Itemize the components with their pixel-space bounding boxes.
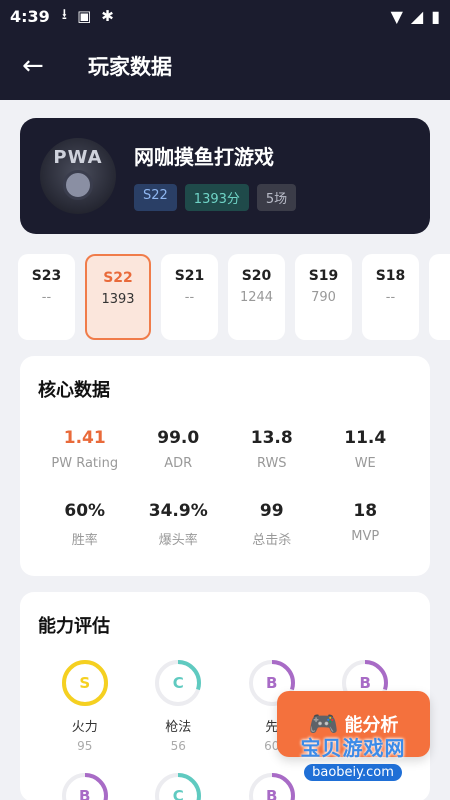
stat-label: PW Rating (51, 456, 119, 471)
stat-value: 1.41 (63, 428, 106, 448)
season-score: 1393 (101, 292, 135, 307)
season-score: -- (184, 290, 195, 305)
watermark-text: 宝贝游戏网 (300, 736, 406, 760)
ability-grade: B (79, 787, 91, 800)
stat-value: 99.0 (157, 428, 200, 448)
season-selector: S23 -- S22 1393 S21 -- S20 1244 S19 790 … (18, 254, 450, 340)
season-name: S20 (241, 268, 272, 284)
avatar-logo-text: PWA (53, 146, 103, 168)
ability-ring: S (60, 658, 110, 708)
gas-mask-icon (63, 169, 93, 200)
ability-item: C (132, 771, 226, 800)
score-badge: 1393分 (184, 184, 249, 211)
stat-label: RWS (256, 456, 287, 471)
ability-item: B (38, 771, 132, 800)
stat-value: 99 (259, 501, 284, 521)
badges: S22 1393分 5场 (134, 184, 297, 211)
ability-label: 枪法 (165, 720, 192, 735)
season-score: -- (41, 290, 52, 305)
season-tab-s22[interactable]: S22 1393 (85, 254, 151, 340)
bug-icon: ✱ (101, 7, 114, 25)
ability-grade: C (172, 787, 184, 800)
stat-pw-rating: 1.41 PW Rating (38, 428, 132, 471)
ability-grade: C (172, 674, 184, 692)
ability-item: C 枪法 56 (132, 658, 226, 753)
back-arrow-icon[interactable]: ← (22, 51, 62, 81)
stat-win-rate: 60% 胜率 (38, 501, 132, 548)
season-tab-s19[interactable]: S19 790 (295, 254, 352, 340)
core-data-card: 核心数据 1.41 PW Rating 99.0 ADR 13.8 RWS 11… (20, 356, 430, 576)
stat-label: 胜率 (71, 533, 98, 548)
season-name: S21 (174, 268, 205, 284)
season-score: -- (385, 290, 396, 305)
season-tab-s23[interactable]: S23 -- (18, 254, 75, 340)
season-score: 790 (311, 290, 336, 305)
stat-rws: 13.8 RWS (225, 428, 319, 471)
ability-item: S 火力 95 (38, 658, 132, 753)
ability-title: 能力评估 (38, 616, 110, 637)
stat-adr: 99.0 ADR (132, 428, 226, 471)
signal-icon: ◢ (410, 6, 424, 26)
stat-value: 18 (353, 501, 378, 521)
ability-ring: C (153, 771, 203, 800)
season-tab-s18[interactable]: S18 -- (362, 254, 419, 340)
ability-score: 95 (77, 739, 93, 753)
stat-total-kills: 99 总击杀 (225, 501, 319, 548)
wifi-icon: ▼ (390, 6, 403, 26)
ability-ring: B (60, 771, 110, 800)
stat-label: 爆头率 (158, 533, 198, 548)
status-time: 4:39 (10, 6, 50, 26)
season-tab-s21[interactable]: S21 -- (161, 254, 218, 340)
season-score: 1244 (239, 290, 274, 305)
season-name: S18 (375, 268, 406, 284)
stat-label: WE (354, 456, 376, 471)
app-a-icon: ▣ (77, 7, 92, 25)
watermark: 宝贝游戏网 baobeiy.com (278, 732, 428, 781)
stat-value: 11.4 (344, 428, 387, 448)
stat-headshot-rate: 34.9% 爆头率 (132, 501, 226, 548)
stat-value: 13.8 (250, 428, 293, 448)
stat-mvp: 18 MVP (319, 501, 413, 548)
profile-card: PWA 网咖摸鱼打游戏 S22 1393分 5场 (20, 118, 430, 234)
status-bar: 4:39 ⭳ ▣ ✱ ▼ ◢ ▮ (0, 0, 450, 32)
season-name: S23 (31, 268, 62, 284)
core-stats-grid: 1.41 PW Rating 99.0 ADR 13.8 RWS 11.4 WE… (38, 428, 412, 548)
stat-value: 60% (64, 501, 106, 521)
player-name: 网咖摸鱼打游戏 (134, 145, 274, 169)
battery-icon: ▮ (431, 6, 440, 26)
matches-badge: 5场 (256, 184, 297, 211)
stat-we: 11.4 WE (319, 428, 413, 471)
season-tab-next[interactable] (429, 254, 450, 340)
season-name: S19 (308, 268, 339, 284)
avatar: PWA (40, 138, 116, 214)
season-badge: S22 (134, 184, 177, 211)
core-data-title: 核心数据 (38, 380, 110, 401)
watermark-url: baobeiy.com (304, 764, 402, 781)
stat-label: ADR (164, 456, 193, 471)
ability-score: 56 (170, 739, 186, 753)
ability-label: 火力 (71, 720, 98, 735)
stat-label: 总击杀 (252, 533, 292, 548)
app-bar: ← 玩家数据 (0, 32, 450, 100)
download-icon: ⭳ (61, 4, 68, 23)
season-name: S22 (103, 270, 133, 286)
ability-grade: S (79, 674, 91, 692)
profile-info: 网咖摸鱼打游戏 S22 1393分 5场 (134, 141, 297, 211)
stat-value: 34.9% (148, 501, 208, 521)
page-title: 玩家数据 (88, 55, 172, 79)
stat-label: MVP (351, 529, 380, 544)
ability-ring: C (153, 658, 203, 708)
season-tab-s20[interactable]: S20 1244 (228, 254, 285, 340)
